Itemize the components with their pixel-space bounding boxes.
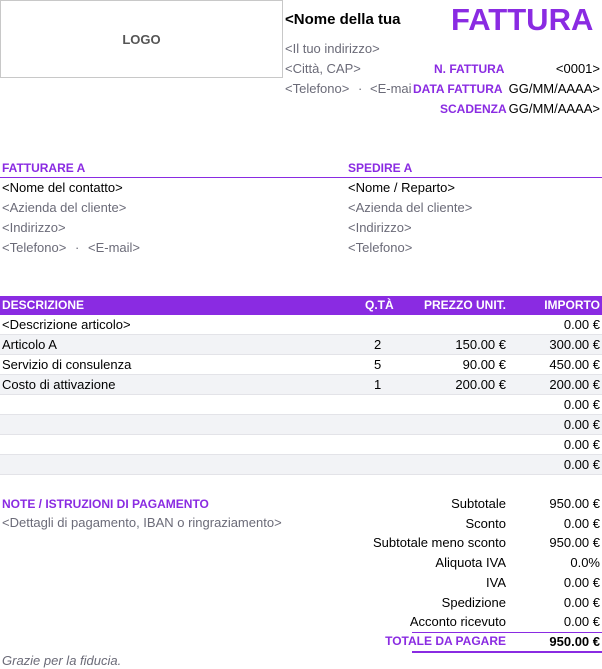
invoice-title: FATTURA — [451, 2, 594, 37]
table-row[interactable]: Costo di attivazione 1 200.00 € 200.00 € — [0, 375, 602, 395]
bill-to-email[interactable]: <E-mail> — [88, 240, 140, 255]
ship-to-phone[interactable]: <Telefono> — [348, 240, 412, 255]
totals-value: 0.0% — [570, 555, 600, 570]
grand-total-value: 950.00 € — [549, 634, 600, 649]
table-row[interactable]: 0.00 € — [0, 395, 602, 415]
totals-value: 0.00 € — [563, 614, 600, 629]
item-amount: 450.00 € — [549, 357, 600, 372]
logo-placeholder: LOGO — [0, 0, 283, 78]
item-amount: 0.00 € — [563, 457, 600, 472]
grand-total-bottom-line — [412, 651, 602, 653]
bill-to-separator: · — [75, 240, 80, 255]
header-amount: IMPORTO — [544, 298, 600, 312]
table-row[interactable]: <Descrizione articolo> 0.00 € — [0, 315, 602, 335]
item-quantity: 2 — [374, 337, 382, 352]
ship-to-label: SPEDIRE A — [348, 161, 413, 175]
grand-total-label: TOTALE DA PAGARE — [385, 634, 506, 648]
item-amount: 0.00 € — [563, 317, 600, 332]
company-separator: · — [358, 81, 363, 96]
company-address: <Il tuo indirizzo> — [285, 41, 380, 56]
due-date-label: SCADENZA — [440, 102, 507, 116]
table-row[interactable]: 0.00 € — [0, 455, 602, 475]
ship-to-company[interactable]: <Azienda del cliente> — [348, 200, 472, 215]
bill-to-label: FATTURARE A — [2, 161, 86, 175]
totals-label: Aliquota IVA — [435, 555, 506, 570]
item-description: Costo di attivazione — [2, 377, 116, 392]
item-unit-price: 150.00 € — [455, 337, 506, 352]
due-date-value[interactable]: GG/MM/AAAA> — [509, 101, 600, 116]
invoice-number-value[interactable]: <0001> — [556, 61, 600, 76]
item-amount: 0.00 € — [563, 397, 600, 412]
ship-to-name[interactable]: <Nome / Reparto> — [348, 180, 455, 195]
invoice-number-label: N. FATTURA — [434, 62, 505, 76]
item-amount: 0.00 € — [563, 417, 600, 432]
item-unit-price: 90.00 € — [462, 357, 506, 372]
address-divider — [0, 177, 602, 178]
item-amount: 300.00 € — [549, 337, 600, 352]
totals-label: Subtotale meno sconto — [373, 535, 506, 550]
company-name: <Nome della tua — [285, 11, 401, 28]
totals-label: Sconto — [465, 516, 506, 531]
bill-to-address[interactable]: <Indirizzo> — [2, 220, 66, 235]
item-quantity: 1 — [374, 377, 382, 392]
item-description: <Descrizione articolo> — [2, 317, 131, 332]
company-email: <E-mai — [370, 81, 412, 96]
table-row[interactable]: Articolo A 2 150.00 € 300.00 € — [0, 335, 602, 355]
thank-you-note: Grazie per la fiducia. — [2, 653, 122, 668]
header-quantity: Q.TÀ — [365, 298, 394, 312]
item-amount: 0.00 € — [563, 437, 600, 452]
ship-to-address[interactable]: <Indirizzo> — [348, 220, 412, 235]
logo-text: LOGO — [122, 31, 161, 47]
bill-to-contact[interactable]: <Nome del contatto> — [2, 180, 123, 195]
bill-to-phone[interactable]: <Telefono> — [2, 240, 66, 255]
invoice-date-value[interactable]: GG/MM/AAAA> — [509, 81, 600, 96]
item-description: Articolo A — [2, 337, 57, 352]
company-phone: <Telefono> — [285, 81, 350, 96]
notes-text[interactable]: <Dettagli di pagamento, IBAN o ringrazia… — [2, 515, 282, 530]
totals-value: 950.00 € — [549, 496, 600, 511]
totals-value: 950.00 € — [549, 535, 600, 550]
item-unit-price: 200.00 € — [455, 377, 506, 392]
table-row[interactable]: Servizio di consulenza 5 90.00 € 450.00 € — [0, 355, 602, 375]
table-row[interactable]: 0.00 € — [0, 415, 602, 435]
totals-value: 0.00 € — [563, 575, 600, 590]
totals-value: 0.00 € — [563, 516, 600, 531]
table-row[interactable]: 0.00 € — [0, 435, 602, 455]
header-description: DESCRIZIONE — [2, 298, 85, 312]
notes-label: NOTE / ISTRUZIONI DI PAGAMENTO — [2, 497, 209, 511]
item-description: Servizio di consulenza — [2, 357, 132, 372]
header-unit-price: PREZZO UNIT. — [424, 298, 507, 312]
totals-label: Spedizione — [441, 595, 506, 610]
items-table-header: DESCRIZIONE Q.TÀ PREZZO UNIT. IMPORTO — [0, 296, 602, 315]
totals-label: Acconto ricevuto — [409, 614, 506, 629]
invoice-date-label: DATA FATTURA — [413, 82, 503, 96]
grand-total-top-line — [412, 632, 602, 633]
item-amount: 200.00 € — [549, 377, 600, 392]
item-quantity: 5 — [374, 357, 382, 372]
company-city: <Città, CAP> — [285, 61, 361, 76]
totals-label: Subtotale — [451, 496, 506, 511]
totals-label: IVA — [486, 575, 506, 590]
bill-to-company[interactable]: <Azienda del cliente> — [2, 200, 126, 215]
totals-value: 0.00 € — [563, 595, 600, 610]
